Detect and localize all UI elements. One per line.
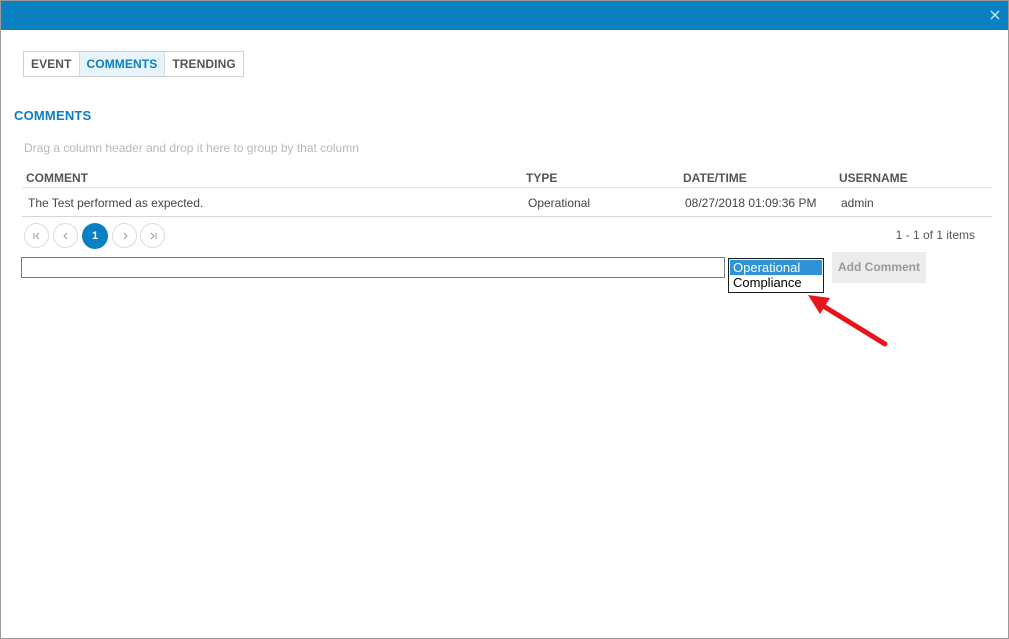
comments-grid: COMMENT TYPE DATE/TIME USERNAME The Test… — [22, 166, 992, 217]
column-header-type[interactable]: TYPE — [526, 171, 557, 185]
column-header-comment[interactable]: COMMENT — [26, 171, 88, 185]
grid-header: COMMENT TYPE DATE/TIME USERNAME — [22, 166, 992, 188]
red-arrow-annotation — [808, 295, 888, 347]
title-bar — [1, 1, 1008, 30]
dialog-window: EVENT COMMENTS TRENDING COMMENTS Drag a … — [0, 0, 1009, 639]
add-comment-button[interactable]: Add Comment — [832, 252, 926, 283]
tab-trending[interactable]: TRENDING — [165, 52, 242, 76]
tab-event[interactable]: EVENT — [24, 52, 80, 76]
prev-page-icon[interactable] — [53, 223, 78, 248]
column-header-username[interactable]: USERNAME — [839, 171, 908, 185]
next-page-icon[interactable] — [112, 223, 137, 248]
section-title: COMMENTS — [14, 108, 92, 123]
cell-comment: The Test performed as expected. — [28, 196, 204, 210]
first-page-icon[interactable] — [24, 223, 49, 248]
group-by-drop-zone[interactable]: Drag a column header and drop it here to… — [24, 141, 359, 155]
pager: 1 1 - 1 of 1 items — [24, 223, 984, 249]
pager-info: 1 - 1 of 1 items — [895, 228, 975, 242]
comment-type-listbox[interactable]: Operational Compliance — [728, 258, 824, 293]
cell-datetime: 08/27/2018 01:09:36 PM — [685, 196, 817, 210]
table-row[interactable]: The Test performed as expected. Operatio… — [22, 188, 992, 217]
option-compliance[interactable]: Compliance — [730, 275, 822, 290]
current-page-button[interactable]: 1 — [82, 223, 108, 249]
close-icon[interactable] — [988, 8, 1002, 22]
tab-strip: EVENT COMMENTS TRENDING — [23, 51, 244, 77]
comment-input[interactable] — [21, 257, 725, 278]
column-header-datetime[interactable]: DATE/TIME — [683, 171, 747, 185]
tab-comments[interactable]: COMMENTS — [79, 52, 166, 76]
cell-username: admin — [841, 196, 874, 210]
last-page-icon[interactable] — [140, 223, 165, 248]
cell-type: Operational — [528, 196, 591, 210]
option-operational[interactable]: Operational — [729, 259, 823, 276]
